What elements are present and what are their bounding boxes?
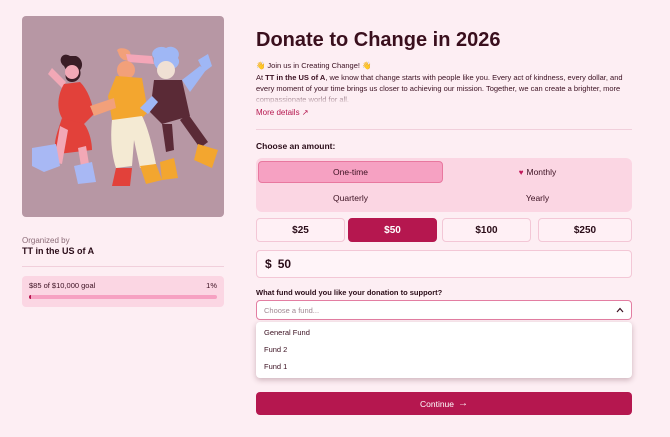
campaign-image — [22, 16, 224, 217]
more-details-link[interactable]: More details ↗ — [256, 108, 309, 117]
continue-label: Continue — [419, 398, 455, 409]
amount-preset-button[interactable]: $25 — [256, 218, 345, 242]
intro-headline: 👋 Join us in Creating Change! 👋 — [256, 61, 372, 70]
intro-fade — [256, 92, 636, 104]
intro-prefix: At — [256, 73, 266, 82]
amount-value: 50 — [277, 257, 292, 271]
frequency-monthly[interactable]: ♥ Monthly — [445, 161, 630, 183]
arrow-right-icon: → — [458, 398, 469, 409]
choose-amount-label: Choose an amount: — [256, 141, 336, 151]
fund-dropdown: General Fund Fund 2 Fund 1 — [256, 322, 632, 378]
amount-input[interactable]: $ 50 — [256, 250, 632, 278]
goal-percent: 1% — [206, 281, 217, 290]
page-title: Donate to Change in 2026 — [256, 29, 501, 51]
goal-text: $85 of $10,000 goal — [29, 281, 96, 290]
continue-button[interactable]: Continue → — [256, 392, 632, 415]
fund-select[interactable]: Choose a fund... — [256, 300, 632, 320]
organizer-name: TT in the US of A — [22, 246, 95, 256]
goal-progress-fill — [29, 295, 31, 299]
amount-preset-button[interactable]: $100 — [442, 218, 531, 242]
frequency-quarterly[interactable]: Quarterly — [258, 187, 443, 209]
amount-preset-button[interactable]: $50 — [348, 218, 437, 242]
fund-option[interactable]: Fund 2 — [264, 345, 287, 354]
organized-by-label: Organized by — [22, 236, 70, 245]
divider — [256, 129, 632, 130]
frequency-label: Yearly — [525, 193, 550, 203]
frequency-label: Quarterly — [333, 193, 368, 203]
frequency-one-time[interactable]: One-time — [258, 161, 443, 183]
currency-symbol: $ — [265, 257, 272, 271]
frequency-label: One-time — [333, 167, 368, 177]
fund-option[interactable]: Fund 1 — [264, 362, 287, 371]
goal-progress-bar — [29, 295, 217, 299]
fund-placeholder: Choose a fund... — [264, 305, 320, 315]
external-arrow-icon: ↗ — [301, 108, 309, 117]
heart-icon: ♥ — [518, 167, 524, 177]
amount-preset-button[interactable]: $250 — [538, 218, 632, 242]
fund-option[interactable]: General Fund — [264, 328, 310, 337]
chevron-up-icon — [616, 307, 624, 313]
intro-org-name: TT in the US of A — [265, 73, 326, 82]
fund-question: What fund would you like your donation t… — [256, 288, 443, 297]
frequency-yearly[interactable]: Yearly — [445, 187, 630, 209]
divider — [22, 266, 224, 267]
more-details-label: More details — [256, 108, 300, 117]
frequency-label: Monthly — [526, 167, 557, 177]
frequency-selector: One-time ♥ Monthly Quarterly Yearly — [256, 158, 632, 212]
goal-card: $85 of $10,000 goal 1% — [22, 276, 224, 307]
